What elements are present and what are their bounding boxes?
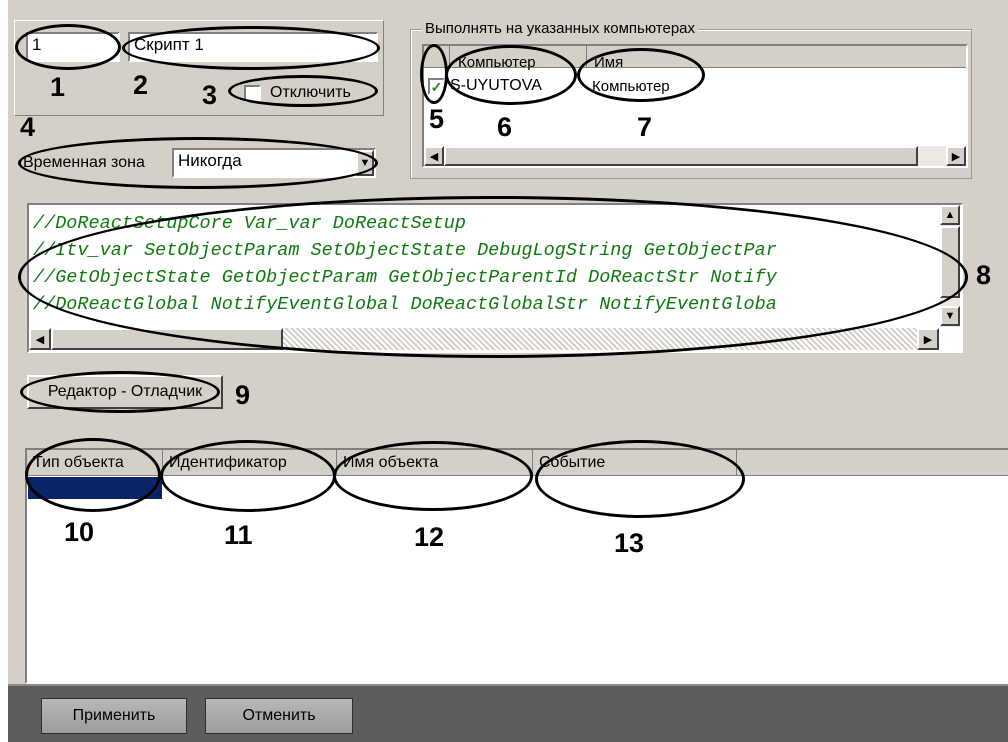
callout-number-12: 12: [414, 522, 445, 552]
editor-debugger-button[interactable]: Редактор - Отладчик: [27, 375, 223, 409]
col-event[interactable]: Событие: [533, 450, 737, 476]
col-name[interactable]: Имя: [594, 54, 623, 71]
scroll-up-button[interactable]: ▲: [940, 205, 960, 225]
arrow-right-icon: ▶: [923, 333, 933, 346]
scroll-down-button[interactable]: ▼: [940, 306, 960, 326]
computers-group-title: Выполнять на указанных компьютерах: [422, 20, 698, 37]
callout-number-13: 13: [614, 528, 645, 558]
script-name-field[interactable]: Скрипт 1: [128, 32, 378, 62]
code-line-3: //GetObjectState GetObjectParam GetObjec…: [33, 267, 777, 288]
selected-row-cell[interactable]: [28, 477, 162, 499]
callout-number-4: 4: [20, 112, 36, 142]
callout-number-10: 10: [64, 517, 95, 547]
arrow-left-icon: ◀: [35, 333, 45, 346]
arrow-left-icon: ◀: [429, 150, 439, 163]
computer-row-name: Компьютер: [592, 78, 670, 95]
col-object-type[interactable]: Тип объекта: [27, 450, 163, 476]
objects-table: [25, 448, 1008, 684]
callout-number-11: 11: [224, 520, 253, 550]
chevron-down-icon: ▼: [359, 157, 371, 169]
callout-number-5: 5: [429, 104, 445, 134]
computer-row-checkbox[interactable]: ✓: [428, 78, 445, 95]
computer-row-computer: S-UYUTOVA: [450, 77, 542, 94]
callout-number-6: 6: [497, 112, 513, 142]
code-scroll-right-button[interactable]: ▶: [917, 328, 939, 350]
callout-number-8: 8: [976, 260, 992, 290]
code-vscroll-thumb[interactable]: [940, 226, 960, 298]
script-id-field[interactable]: 1: [26, 32, 120, 62]
code-line-4: //DoReactGlobal NotifyEventGlobal DoReac…: [33, 294, 777, 315]
timezone-value: Никогда: [178, 151, 242, 170]
scroll-left-button[interactable]: ◀: [424, 146, 444, 166]
computers-hscroll-thumb[interactable]: [444, 146, 918, 166]
callout-number-9: 9: [235, 380, 251, 410]
col-computer[interactable]: Компьютер: [458, 54, 536, 71]
callout-number-1: 1: [50, 72, 66, 102]
computers-header-check: [424, 46, 450, 68]
scroll-right-button[interactable]: ▶: [946, 146, 966, 166]
code-line-2: //Itv_var SetObjectParam SetObjectState …: [33, 240, 777, 261]
disable-checkbox[interactable]: [244, 85, 261, 102]
code-line-1: //DoReactSetupCore Var_var DoReactSetup: [33, 213, 466, 234]
check-icon: ✓: [430, 78, 443, 95]
col-divider: [586, 46, 587, 68]
cancel-button[interactable]: Отменить: [205, 698, 353, 734]
timezone-select[interactable]: Никогда: [172, 148, 376, 178]
arrow-up-icon: ▲: [944, 209, 956, 221]
col-identifier[interactable]: Идентификатор: [163, 450, 337, 476]
disable-label: Отключить: [270, 84, 351, 101]
callout-number-3: 3: [202, 80, 218, 110]
arrow-right-icon: ▶: [951, 150, 961, 163]
callout-number-7: 7: [637, 112, 653, 142]
timezone-label: Временная зона: [23, 154, 145, 171]
apply-button[interactable]: Применить: [41, 698, 187, 734]
code-hscroll-thumb[interactable]: [51, 328, 283, 350]
code-scroll-left-button[interactable]: ◀: [29, 328, 51, 350]
callout-number-2: 2: [133, 70, 149, 100]
timezone-dropdown-button[interactable]: ▼: [356, 150, 374, 176]
col-object-name[interactable]: Имя объекта: [337, 450, 533, 476]
arrow-down-icon: ▼: [944, 310, 956, 322]
